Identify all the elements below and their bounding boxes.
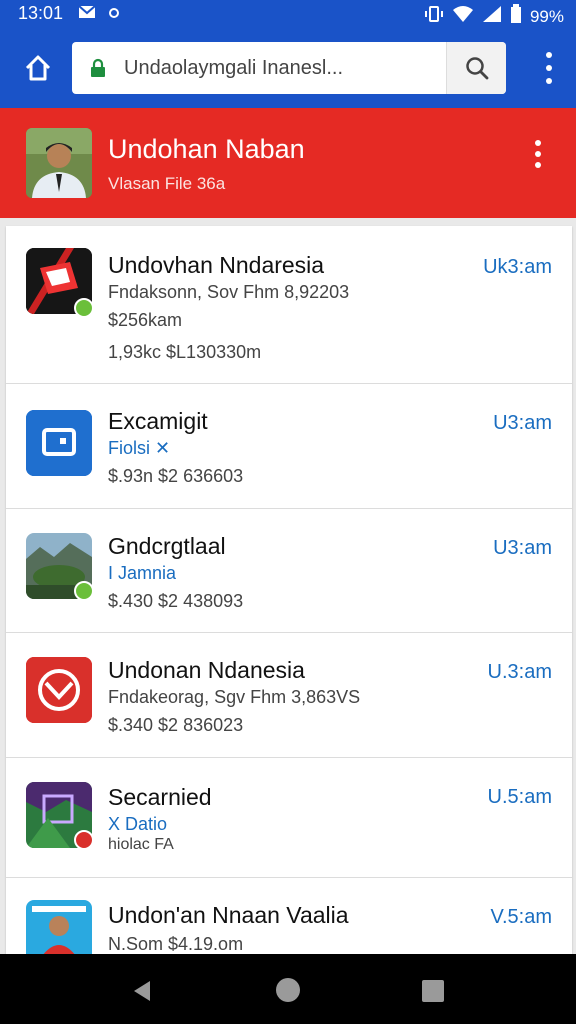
item-line: 1,93kc $L130330m	[108, 342, 262, 362]
person-poster-icon	[26, 900, 92, 954]
item-line: Fndaksonn, Sov Fhm 8,92203	[108, 282, 350, 302]
blue-square-icon	[26, 410, 92, 476]
item-line: N.Som $4.19.om	[108, 934, 244, 954]
wifi-icon	[452, 5, 474, 28]
item-time: U.5:am	[487, 786, 552, 808]
item-time: U.3:am	[487, 661, 552, 683]
menu-dot-icon	[535, 151, 541, 157]
item-line: $.93n $2 636603	[108, 466, 244, 486]
url-text: Undaolaymgali Inanesl...	[124, 56, 344, 79]
search-icon	[465, 57, 488, 80]
list-item[interactable]: Gndcrgtlaal I Jamnia $.430 $2 438093 U3:…	[6, 509, 572, 633]
item-title: Excamigit	[108, 408, 208, 434]
item-line: $.430 $2 438093	[108, 591, 244, 611]
home-icon	[25, 55, 51, 81]
notification-icons	[78, 5, 120, 24]
list-item[interactable]: Secarnied X Datio hiolac FA U.5:am	[6, 758, 572, 878]
search-button[interactable]	[446, 42, 506, 94]
sync-icon	[108, 6, 120, 24]
profile-subtitle: Vlasan File 36a	[108, 174, 226, 193]
profile-name: Undohan Naban	[108, 134, 305, 164]
profile-menu-button[interactable]	[534, 140, 542, 168]
item-line: $.340 $2 836023	[108, 715, 244, 735]
list-item[interactable]: Excamigit Fiolsi ✕ $.93n $2 636603 U3:am	[6, 384, 572, 509]
lock-icon	[90, 58, 110, 78]
back-icon	[134, 981, 150, 1001]
system-nav-bar	[0, 954, 576, 1024]
item-line: Fndakeorag, Sgv Fhm 3,863VS	[108, 687, 361, 707]
item-title: Undon'an Nnaan Vaalia	[108, 902, 349, 928]
status-badge	[74, 830, 94, 850]
profile-header: Undohan Naban Vlasan File 36a	[0, 108, 576, 218]
no-sign-icon	[26, 657, 92, 723]
item-line: $256kam	[108, 310, 183, 330]
menu-dot-icon	[546, 65, 552, 71]
item-time: U3:am	[493, 537, 552, 559]
signal-icon	[482, 5, 502, 28]
status-bar: 13:01 99%	[0, 0, 576, 28]
system-icons: 99%	[424, 4, 564, 29]
menu-dot-icon	[546, 78, 552, 84]
item-time: U3:am	[493, 412, 552, 434]
browser-menu-button[interactable]	[544, 52, 554, 84]
item-title: Undonan Ndanesia	[108, 657, 305, 683]
item-line: X Datio	[108, 814, 168, 834]
list-item[interactable]: Undonan Ndanesia Fndakeorag, Sgv Fhm 3,8…	[6, 633, 572, 758]
browser-toolbar: Undaolaymgali Inanesl...	[0, 28, 576, 108]
item-time: Uk3:am	[483, 256, 552, 278]
item-title: Undovhan Nndaresia	[108, 252, 325, 278]
item-title: Gndcrgtlaal	[108, 533, 226, 559]
vibrate-icon	[424, 4, 444, 29]
avatar[interactable]	[26, 128, 92, 198]
back-button[interactable]	[130, 979, 154, 1008]
battery-icon	[510, 4, 522, 29]
battery-percent: 99%	[529, 6, 564, 26]
list-item[interactable]: Undovhan Nndaresia Fndaksonn, Sov Fhm 8,…	[6, 226, 572, 384]
address-bar[interactable]: Undaolaymgali Inanesl...	[72, 42, 506, 94]
recents-button[interactable]	[422, 980, 444, 1002]
status-badge	[74, 298, 94, 318]
list-item[interactable]: Undon'an Nnaan Vaalia N.Som $4.19.om V.5…	[6, 878, 572, 954]
item-time: V.5:am	[490, 906, 552, 928]
menu-dot-icon	[535, 162, 541, 168]
item-line: Fiolsi ✕	[108, 438, 171, 458]
menu-dot-icon	[546, 52, 552, 58]
item-title: Secarnied	[108, 784, 212, 810]
status-time: 13:01	[18, 3, 64, 23]
menu-dot-icon	[535, 140, 541, 146]
mail-icon	[78, 5, 96, 24]
status-badge	[74, 581, 94, 601]
home-nav-button[interactable]	[276, 978, 300, 1002]
item-line: hiolac FA	[108, 836, 174, 853]
home-button[interactable]	[18, 48, 58, 88]
message-list: Undovhan Nndaresia Fndaksonn, Sov Fhm 8,…	[6, 226, 572, 954]
item-line: I Jamnia	[108, 563, 177, 583]
